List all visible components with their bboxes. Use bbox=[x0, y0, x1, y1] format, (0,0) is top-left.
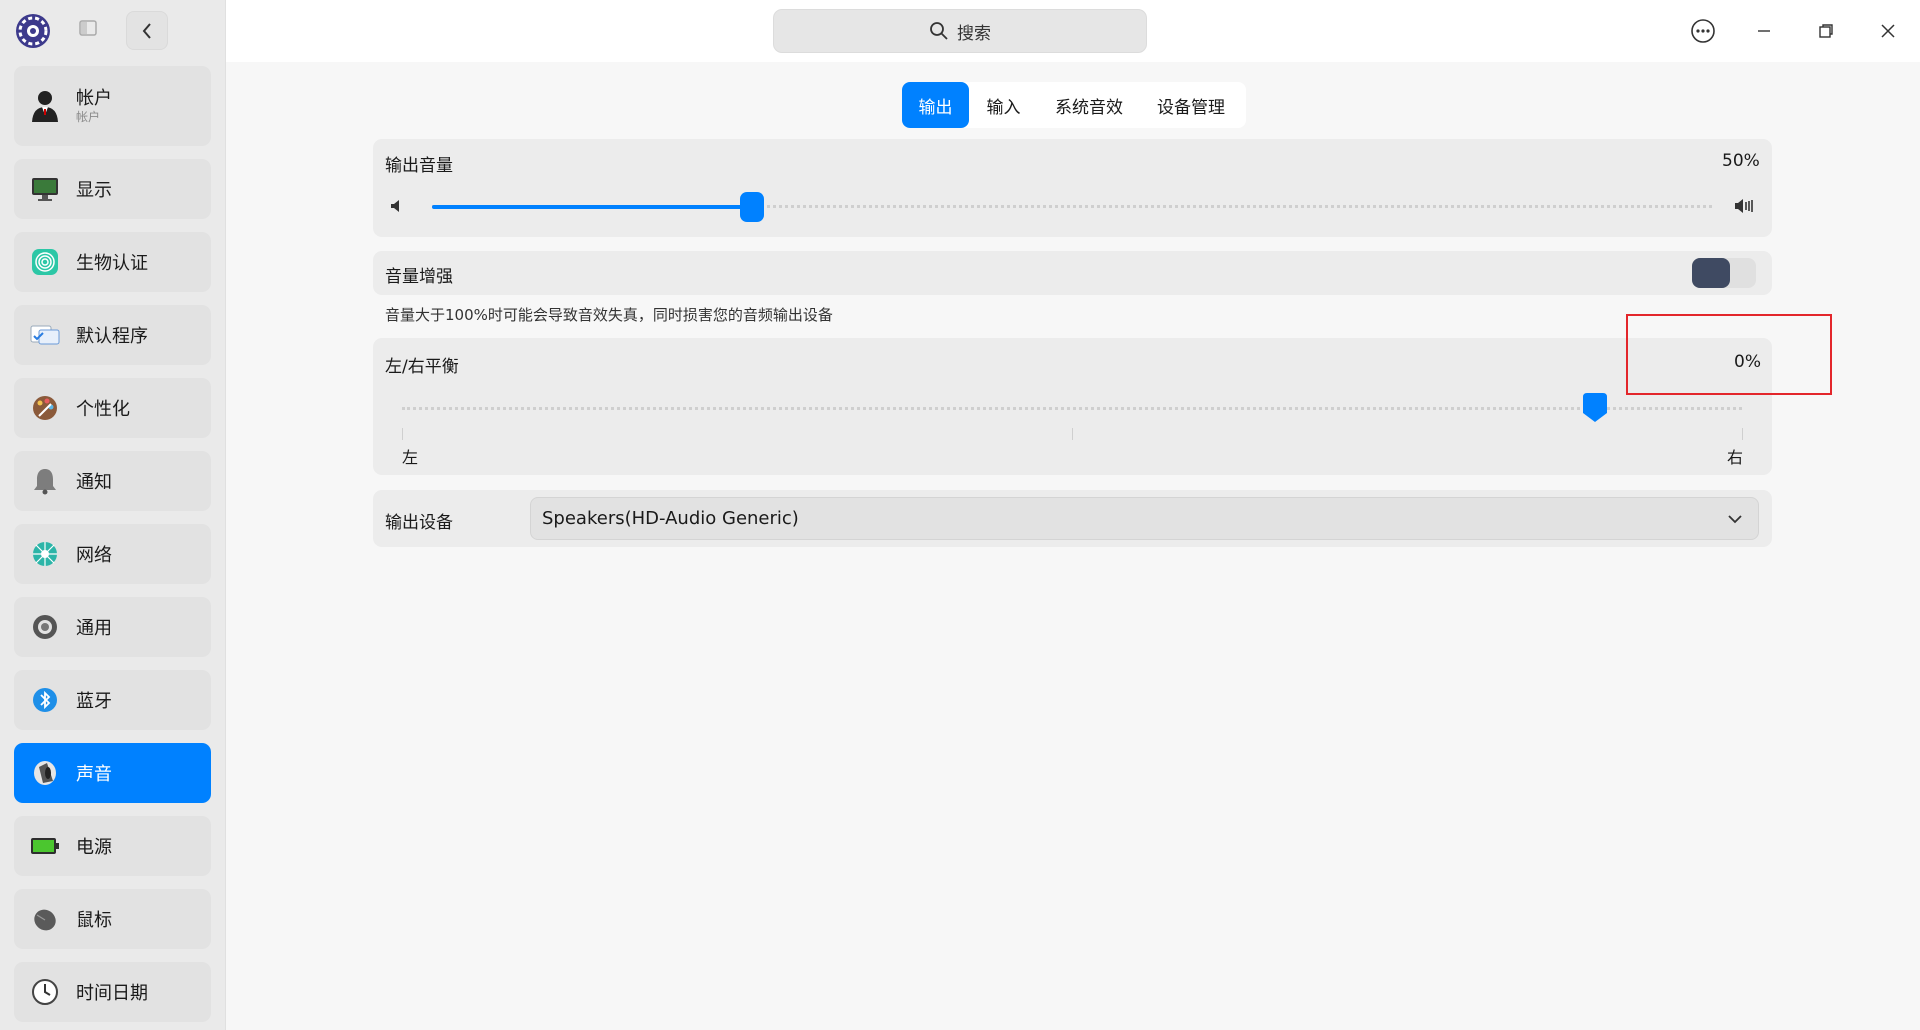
sidebar-item-sound[interactable]: 声音 bbox=[14, 743, 211, 803]
sidebar-item-label: 时间日期 bbox=[76, 983, 148, 1004]
fingerprint-icon bbox=[30, 247, 60, 277]
speaker-icon bbox=[30, 758, 60, 788]
balance-label: 左/右平衡 bbox=[385, 357, 459, 377]
tab-device-management[interactable]: 设备管理 bbox=[1140, 82, 1242, 128]
palette-icon bbox=[30, 393, 60, 423]
sidebar-item-label: 通用 bbox=[76, 618, 112, 639]
output-device-label: 输出设备 bbox=[385, 513, 453, 533]
minimize-button[interactable] bbox=[1749, 16, 1779, 46]
sidebar-item-label: 电源 bbox=[76, 837, 112, 858]
balance-right-label: 右 bbox=[1727, 448, 1744, 467]
general-icon bbox=[30, 612, 60, 642]
output-volume-panel bbox=[373, 139, 1772, 237]
sidebar-item-network[interactable]: 网络 bbox=[14, 524, 211, 584]
back-button[interactable] bbox=[126, 11, 168, 50]
sidebar-item-default-apps[interactable]: 默认程序 bbox=[14, 305, 211, 365]
sidebar-toggle-icon[interactable] bbox=[79, 20, 97, 36]
sidebar-item-label: 蓝牙 bbox=[76, 691, 112, 712]
maximize-button[interactable] bbox=[1811, 16, 1841, 46]
toggle-knob bbox=[1692, 258, 1730, 288]
volume-high-icon[interactable] bbox=[1734, 197, 1756, 215]
volume-boost-panel bbox=[373, 251, 1772, 295]
sidebar-item-display[interactable]: 显示 bbox=[14, 159, 211, 219]
control-center-logo-icon bbox=[16, 14, 50, 48]
balance-left-label: 左 bbox=[402, 448, 419, 467]
sidebar-item-bluetooth[interactable]: 蓝牙 bbox=[14, 670, 211, 730]
bell-icon bbox=[30, 466, 60, 496]
sidebar-item-account[interactable]: 帐户 帐户 bbox=[14, 66, 211, 146]
sidebar-header bbox=[0, 0, 225, 62]
volume-boost-warning: 音量大于100%时可能会导致音效失真，同时损害您的音频输出设备 bbox=[385, 306, 833, 324]
tick-center bbox=[1072, 428, 1073, 440]
menu-button[interactable] bbox=[1688, 16, 1718, 46]
sound-tabs: 输出 输入 系统音效 设备管理 bbox=[902, 82, 1246, 128]
search-icon bbox=[930, 22, 948, 40]
sidebar: 帐户 帐户 显示 生物认证 默认程序 个性化 通知 网络 通用 蓝牙 声音 电源… bbox=[0, 0, 226, 1030]
more-options-icon bbox=[1691, 19, 1715, 43]
volume-boost-label: 音量增强 bbox=[385, 267, 453, 287]
slider-handle[interactable] bbox=[1583, 393, 1607, 423]
clock-icon bbox=[30, 977, 60, 1007]
sidebar-item-label: 生物认证 bbox=[76, 253, 148, 274]
tick-left bbox=[402, 428, 403, 440]
default-apps-icon bbox=[30, 320, 60, 350]
slider-handle[interactable] bbox=[740, 192, 764, 222]
sidebar-item-label: 帐户 bbox=[76, 88, 112, 109]
sidebar-item-label: 通知 bbox=[76, 472, 112, 493]
volume-low-icon[interactable] bbox=[390, 199, 404, 213]
sidebar-item-personalization[interactable]: 个性化 bbox=[14, 378, 211, 438]
sidebar-item-label: 个性化 bbox=[76, 399, 130, 420]
annotation-highlight-box bbox=[1626, 314, 1832, 395]
sidebar-item-power[interactable]: 电源 bbox=[14, 816, 211, 876]
bluetooth-icon bbox=[30, 685, 60, 715]
user-icon bbox=[30, 91, 60, 122]
sidebar-item-datetime[interactable]: 时间日期 bbox=[14, 962, 211, 1022]
network-icon bbox=[30, 539, 60, 569]
sidebar-item-label: 声音 bbox=[76, 764, 112, 785]
output-volume-value: 50% bbox=[1722, 151, 1760, 171]
sidebar-item-label: 网络 bbox=[76, 545, 112, 566]
chevron-left-icon bbox=[142, 22, 151, 39]
sidebar-item-general[interactable]: 通用 bbox=[14, 597, 211, 657]
sidebar-item-label: 默认程序 bbox=[76, 326, 148, 347]
tab-input[interactable]: 输入 bbox=[969, 82, 1038, 128]
sidebar-item-biometric[interactable]: 生物认证 bbox=[14, 232, 211, 292]
output-device-value: Speakers(HD-Audio Generic) bbox=[542, 508, 799, 529]
title-bar: 搜索 bbox=[226, 0, 1920, 62]
search-placeholder: 搜索 bbox=[957, 23, 991, 44]
sidebar-item-mouse[interactable]: 鼠标 bbox=[14, 889, 211, 949]
volume-boost-toggle[interactable] bbox=[1692, 258, 1756, 288]
close-icon bbox=[1881, 24, 1895, 38]
monitor-icon bbox=[30, 174, 60, 204]
tab-system-sound-effects[interactable]: 系统音效 bbox=[1038, 82, 1140, 128]
output-volume-label: 输出音量 bbox=[385, 156, 453, 176]
tab-output[interactable]: 输出 bbox=[902, 82, 969, 128]
minimize-icon bbox=[1758, 30, 1770, 32]
search-input[interactable]: 搜索 bbox=[773, 9, 1147, 53]
close-button[interactable] bbox=[1873, 16, 1903, 46]
mouse-icon bbox=[30, 904, 60, 934]
sidebar-item-label: 显示 bbox=[76, 180, 112, 201]
sidebar-item-notification[interactable]: 通知 bbox=[14, 451, 211, 511]
chevron-down-icon bbox=[1728, 515, 1742, 524]
restore-icon bbox=[1819, 24, 1833, 38]
slider-track bbox=[402, 407, 1742, 410]
tick-right bbox=[1742, 428, 1743, 440]
output-device-select[interactable]: Speakers(HD-Audio Generic) bbox=[530, 497, 1759, 540]
sidebar-item-label: 鼠标 bbox=[76, 910, 112, 931]
slider-fill bbox=[432, 205, 752, 209]
battery-icon bbox=[30, 831, 60, 861]
sidebar-item-sublabel: 帐户 bbox=[76, 109, 101, 124]
